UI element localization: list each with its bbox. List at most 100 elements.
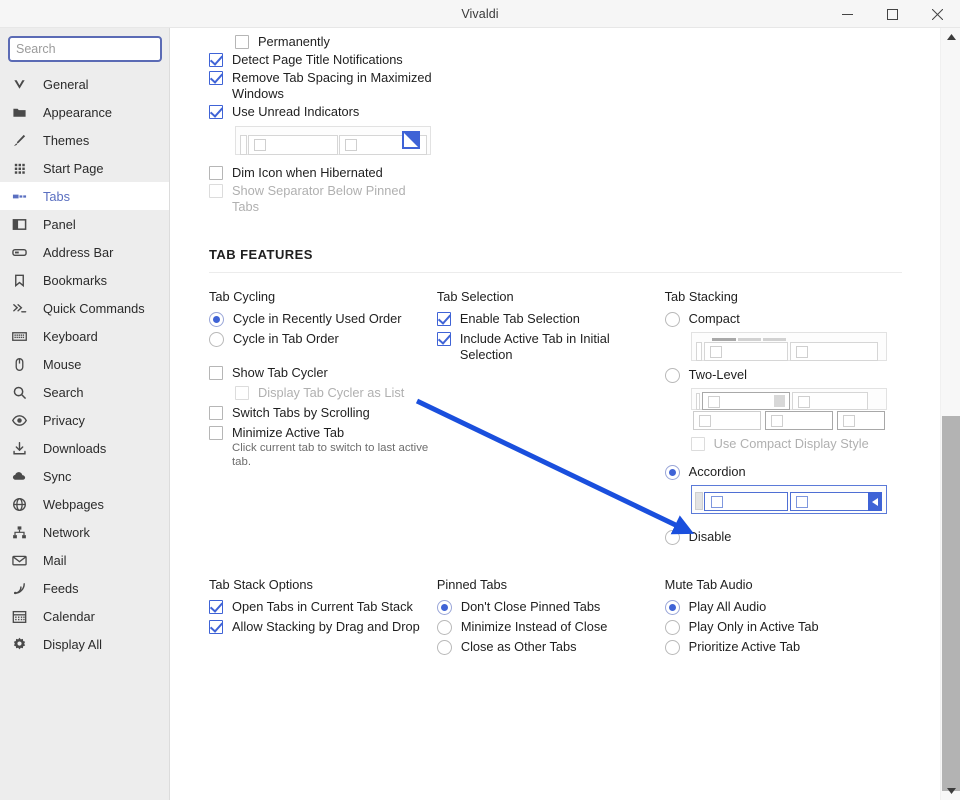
sidebar-item-calendar[interactable]: Calendar <box>0 602 169 630</box>
radio-minimize-instead-of-close[interactable]: Minimize Instead of Close <box>436 619 665 635</box>
scrollbar-thumb[interactable] <box>942 416 960 791</box>
option-label: Close as Other Tabs <box>460 639 577 654</box>
unread-indicator-badge <box>402 131 420 149</box>
sidebar-item-bookmarks[interactable]: Bookmarks <box>0 266 169 294</box>
option-label: Play Only in Active Tab <box>688 619 819 634</box>
checkbox-detect-page-title-notifications[interactable]: Detect Page Title Notifications <box>209 52 902 68</box>
checkbox-remove-tab-spacing-in-maximized-windows[interactable]: Remove Tab Spacing in Maximized Windows <box>209 70 902 102</box>
sidebar-item-mail[interactable]: Mail <box>0 546 169 574</box>
checkbox-open-tabs-in-current-tab-stack[interactable]: Open Tabs in Current Tab Stack <box>209 599 437 615</box>
radio-accordion[interactable]: Accordion <box>664 464 902 480</box>
sidebar-item-sync[interactable]: Sync <box>0 462 169 490</box>
option-label: Open Tabs in Current Tab Stack <box>232 599 413 614</box>
option-label: Don't Close Pinned Tabs <box>460 599 601 614</box>
radio-play-all-audio[interactable]: Play All Audio <box>664 599 902 615</box>
scrollbar-track[interactable] <box>941 46 960 791</box>
sidebar-item-label: Start Page <box>43 160 104 176</box>
unread-indicator-preview <box>235 126 431 155</box>
sidebar-item-address-bar[interactable]: Address Bar <box>0 238 169 266</box>
sidebar-item-tabs[interactable]: Tabs <box>0 182 169 210</box>
sidebar-item-label: Panel <box>43 216 76 232</box>
panel-icon <box>12 216 34 232</box>
sidebar-item-label: General <box>43 76 89 92</box>
option-label: Switch Tabs by Scrolling <box>232 405 370 420</box>
option-label: Play All Audio <box>688 599 767 614</box>
preview-tab-icon-2 <box>345 139 357 151</box>
radio-two-level[interactable]: Two-Level <box>664 367 902 383</box>
checkbox-minimize-active-tab[interactable]: Minimize Active Tab Click current tab to … <box>209 425 437 469</box>
search-input[interactable] <box>8 36 162 62</box>
radio-indicator <box>436 640 452 655</box>
option-label: Prioritize Active Tab <box>688 639 801 654</box>
option-label: Disable <box>688 529 732 544</box>
sidebar-item-quick-commands[interactable]: Quick Commands <box>0 294 169 322</box>
radio-compact[interactable]: Compact <box>664 311 902 327</box>
calendar-icon <box>12 608 34 624</box>
preview-tab-count-badge <box>773 395 785 407</box>
checkbox-enable-tab-selection[interactable]: Enable Tab Selection <box>436 311 665 327</box>
sidebar-item-panel[interactable]: Panel <box>0 210 169 238</box>
radio-prioritize-active-tab[interactable]: Prioritize Active Tab <box>664 639 902 655</box>
checkbox-indicator <box>209 53 223 67</box>
preview-tab-edge <box>694 492 703 510</box>
radio-play-only-in-active-tab[interactable]: Play Only in Active Tab <box>664 619 902 635</box>
sidebar-item-privacy[interactable]: Privacy <box>0 406 169 434</box>
close-icon <box>932 8 943 20</box>
sidebar-item-mouse[interactable]: Mouse <box>0 350 169 378</box>
settings-sidebar: General Appearance Themes Start Page Tabs Pan… <box>0 28 170 800</box>
close-button[interactable] <box>915 0 960 28</box>
checkbox-include-active-tab-in-initial-selection[interactable]: Include Active Tab in Initial Selection <box>436 331 665 363</box>
checkbox-show-tab-cycler[interactable]: Show Tab Cycler <box>209 365 437 381</box>
sidebar-item-network[interactable]: Network <box>0 518 169 546</box>
sidebar-item-start-page[interactable]: Start Page <box>0 154 169 182</box>
option-label: Permanently <box>258 34 330 49</box>
sidebar-item-general[interactable]: General <box>0 70 169 98</box>
globe-icon <box>12 496 34 512</box>
chevron-up-icon <box>946 34 956 40</box>
radio-don-t-close-pinned-tabs[interactable]: Don't Close Pinned Tabs <box>436 599 665 615</box>
checkbox-indicator <box>209 406 223 420</box>
preview-tab-icon <box>795 346 808 358</box>
mouse-icon <box>12 356 34 372</box>
address-bar-icon <box>12 244 34 260</box>
settings-content: Permanently Detect Page Title Notificatio… <box>171 28 940 800</box>
checkbox-indicator <box>209 620 223 634</box>
checkbox-display-tab-cycler-as-list: Display Tab Cycler as List <box>235 385 437 401</box>
sidebar-item-appearance[interactable]: Appearance <box>0 98 169 126</box>
checkbox-permanently[interactable]: Permanently <box>235 34 902 50</box>
checkbox-indicator <box>209 366 223 380</box>
sidebar-item-display-all[interactable]: Display All <box>0 630 169 658</box>
checkbox-indicator <box>235 35 249 49</box>
checkbox-switch-tabs-by-scrolling[interactable]: Switch Tabs by Scrolling <box>209 405 437 421</box>
radio-cycle-in-tab-order[interactable]: Cycle in Tab Order <box>209 331 437 347</box>
preview-tab-icon <box>770 415 783 427</box>
sidebar-item-downloads[interactable]: Downloads <box>0 434 169 462</box>
sidebar-item-webpages[interactable]: Webpages <box>0 490 169 518</box>
scroll-up-button[interactable] <box>941 28 960 46</box>
bookmark-icon <box>12 272 34 288</box>
mute-tab-audio-title: Mute Tab Audio <box>664 577 753 592</box>
chevrons-icon <box>12 300 34 316</box>
checkbox-dim-icon-when-hibernated[interactable]: Dim Icon when Hibernated <box>209 165 902 181</box>
radio-indicator <box>664 620 680 635</box>
minimize-button[interactable] <box>825 0 870 28</box>
sidebar-item-themes[interactable]: Themes <box>0 126 169 154</box>
scroll-down-button[interactable] <box>941 782 960 800</box>
checkbox-indicator <box>209 426 223 440</box>
tab-stack-options-title: Tab Stack Options <box>209 577 313 592</box>
tab-selection-title: Tab Selection <box>436 289 514 304</box>
radio-cycle-in-recently-used-order[interactable]: Cycle in Recently Used Order <box>209 311 437 327</box>
sidebar-item-search[interactable]: Search <box>0 378 169 406</box>
sidebar-item-keyboard[interactable]: Keyboard <box>0 322 169 350</box>
checkbox-allow-stacking-by-drag-and-drop[interactable]: Allow Stacking by Drag and Drop <box>209 619 437 635</box>
sidebar-item-feeds[interactable]: Feeds <box>0 574 169 602</box>
folder-icon <box>12 104 34 120</box>
radio-close-as-other-tabs[interactable]: Close as Other Tabs <box>436 639 665 655</box>
vertical-scrollbar[interactable] <box>940 28 960 800</box>
radio-disable[interactable]: Disable <box>664 529 902 545</box>
maximize-button[interactable] <box>870 0 915 28</box>
sidebar-item-label: Tabs <box>43 188 71 204</box>
sidebar-item-label: Mail <box>43 552 67 568</box>
checkbox-use-unread-indicators[interactable]: Use Unread Indicators <box>209 104 902 120</box>
sidebar-item-label: Address Bar <box>43 244 114 260</box>
